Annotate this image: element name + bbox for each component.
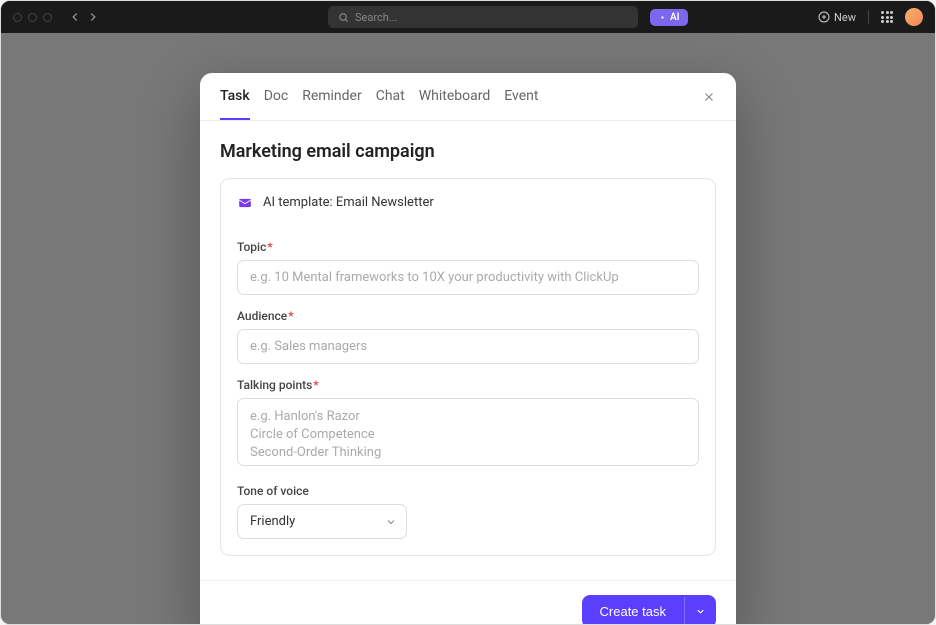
- audience-input[interactable]: [237, 329, 699, 364]
- plus-circle-icon: [818, 11, 830, 23]
- top-bar: Search... AI New: [1, 1, 935, 33]
- traffic-light-close[interactable]: [13, 13, 22, 22]
- modal-body: Marketing email campaign AI template: Em…: [200, 121, 736, 580]
- modal-tabs: Task Doc Reminder Chat Whiteboard Event: [200, 73, 736, 121]
- field-audience: Audience*: [237, 309, 699, 364]
- search-icon: [338, 12, 349, 23]
- sparkle-icon: [658, 13, 667, 22]
- tab-reminder[interactable]: Reminder: [302, 73, 362, 120]
- template-indicator: AI template: Email Newsletter: [237, 195, 699, 226]
- tab-task[interactable]: Task: [220, 73, 250, 120]
- apps-icon[interactable]: [881, 11, 893, 23]
- divider: [868, 10, 869, 24]
- new-button[interactable]: New: [818, 11, 856, 24]
- talking-points-label: Talking points*: [237, 378, 699, 392]
- new-label: New: [834, 11, 856, 24]
- tone-label: Tone of voice: [237, 484, 699, 498]
- field-tone: Tone of voice Friendly: [237, 484, 699, 539]
- form-container: AI template: Email Newsletter Topic* Aud…: [220, 178, 716, 556]
- create-task-button[interactable]: Create task: [582, 595, 716, 625]
- tab-doc[interactable]: Doc: [264, 73, 289, 120]
- create-task-label: Create task: [582, 595, 684, 625]
- ai-button[interactable]: AI: [650, 9, 688, 26]
- traffic-light-maximize[interactable]: [43, 13, 52, 22]
- field-talking-points: Talking points*: [237, 378, 699, 470]
- traffic-light-minimize[interactable]: [28, 13, 37, 22]
- avatar[interactable]: [905, 8, 923, 26]
- topic-input[interactable]: [237, 260, 699, 295]
- window-controls: [13, 13, 52, 22]
- create-task-dropdown[interactable]: [684, 597, 716, 625]
- chevron-down-icon: [695, 606, 706, 617]
- close-icon[interactable]: [702, 90, 716, 104]
- search-input[interactable]: Search...: [328, 6, 638, 28]
- topbar-actions: New: [818, 8, 923, 26]
- tone-select[interactable]: Friendly: [237, 504, 407, 539]
- topic-label: Topic*: [237, 240, 699, 254]
- app-window: Search... AI New Task Doc Reminder: [0, 0, 936, 625]
- talking-points-input[interactable]: [237, 398, 699, 466]
- nav-arrows: [68, 10, 100, 24]
- tab-chat[interactable]: Chat: [376, 73, 405, 120]
- nav-back-icon[interactable]: [68, 10, 82, 24]
- modal-footer: Create task: [200, 580, 736, 625]
- nav-forward-icon[interactable]: [86, 10, 100, 24]
- create-task-modal: Task Doc Reminder Chat Whiteboard Event …: [200, 73, 736, 625]
- tab-whiteboard[interactable]: Whiteboard: [419, 73, 491, 120]
- field-topic: Topic*: [237, 240, 699, 295]
- mail-icon: [237, 196, 253, 210]
- search-placeholder: Search...: [355, 11, 398, 24]
- audience-label: Audience*: [237, 309, 699, 323]
- ai-label: AI: [670, 12, 680, 23]
- modal-title: Marketing email campaign: [220, 141, 716, 162]
- tab-event[interactable]: Event: [504, 73, 538, 120]
- template-label: AI template: Email Newsletter: [263, 195, 434, 210]
